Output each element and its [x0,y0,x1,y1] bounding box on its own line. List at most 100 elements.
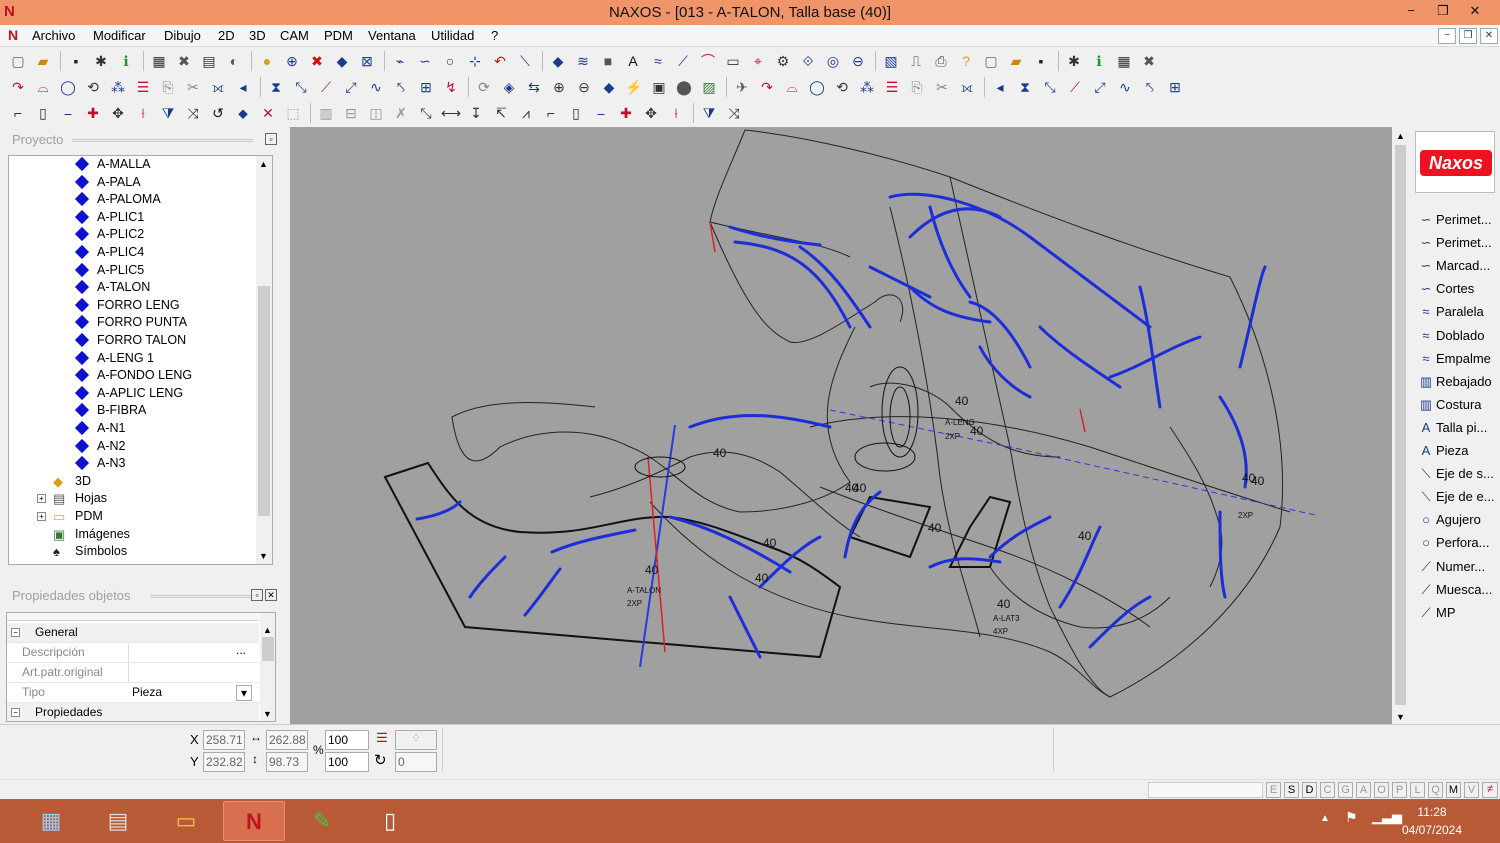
align-icon[interactable]: ⧩ [699,103,719,123]
join-icon[interactable]: ⟗ [208,77,228,97]
save-icon[interactable]: ▪ [66,51,86,71]
points-icon[interactable]: ⁂ [108,77,128,97]
measure2-icon[interactable]: ⚡ [624,77,644,97]
system-clock[interactable]: 11:28 04/07/2024 [1392,803,1472,839]
tool-marcad-button[interactable]: ∽ Marcad... [1416,255,1500,277]
scroll-up-icon[interactable]: ▲ [1396,131,1405,141]
cross2-icon[interactable]: ⟊ [133,103,153,123]
document-app-icon[interactable]: ▯ [359,801,421,841]
tool-doblado-button[interactable]: ≈ Doblado [1416,325,1500,347]
rotate-icon[interactable]: ↻ [374,751,387,769]
line2-icon[interactable]: ⟋ [1065,77,1085,97]
menu-utilidad[interactable]: Utilidad [431,28,474,43]
x-icon[interactable]: ✗ [391,103,411,123]
status-flag-g[interactable]: G [1338,782,1353,798]
copy-icon[interactable]: ⎘ [907,77,927,97]
tree-scrollbar[interactable]: ▲ ▼ [256,156,272,564]
ellipse-icon[interactable]: ◯ [58,77,78,97]
dash-icon[interactable]: ⎯ [591,103,611,123]
grid-icon[interactable]: ⊠ [357,51,377,71]
printer-icon[interactable]: ⎙ [931,51,951,71]
measure-icon[interactable]: ▧ [881,51,901,71]
ellipsis-button[interactable]: ... [236,641,246,660]
tool-tallapi-button[interactable]: A Talla pi... [1416,417,1500,439]
wave-icon[interactable]: ≋ [573,51,593,71]
tool-empalme-button[interactable]: ≈ Empalme [1416,348,1500,370]
flag-icon[interactable]: ⚑ [1345,809,1358,826]
trim2-icon[interactable]: ⤢ [341,77,361,97]
slope-icon[interactable]: ⟋ [673,51,693,71]
align-icon[interactable]: ⧩ [158,103,178,123]
copy-grid-icon[interactable]: ⊞ [416,77,436,97]
color-icon[interactable]: ● [257,51,277,71]
frame-icon[interactable]: ▣ [649,77,669,97]
spline-icon[interactable]: ∽ [415,51,435,71]
tool-perimet-button[interactable]: ∽ Perimet... [1416,232,1500,254]
status-flag-l[interactable]: L [1410,782,1425,798]
zoom-in-icon[interactable]: ⊕ [549,77,569,97]
plus-icon[interactable]: ✚ [616,103,636,123]
collapse-icon[interactable]: − [11,708,20,717]
node-icon[interactable]: ◆ [548,51,568,71]
settings-icon[interactable]: ✱ [1064,51,1084,71]
bend-icon[interactable]: ⌒ [698,51,718,71]
tool-agujero-button[interactable]: ○ Agujero [1416,509,1500,531]
tree-item-folder[interactable]: ▣ Imágenes [37,526,257,543]
scale-x-input[interactable]: 100 [325,730,369,750]
tree-item-folder[interactable]: ♠ Símbolos [37,543,257,560]
tool-paralela-button[interactable]: ≈ Paralela [1416,301,1500,323]
line2-icon[interactable]: ⟋ [316,77,336,97]
scroll-down-icon[interactable]: ▼ [1396,712,1405,722]
column-icon[interactable]: ▥ [316,103,336,123]
stamp-icon[interactable]: ⬤ [674,77,694,97]
mirror-icon[interactable]: ⟐ [798,51,818,71]
apply-scale-icon[interactable]: ☰ [372,730,392,750]
open-icon[interactable]: ▰ [1006,51,1026,71]
left-icon[interactable]: ◂ [990,77,1010,97]
scroll-up-icon[interactable]: ▲ [259,159,268,169]
scroll-thumb[interactable] [258,286,270,516]
collapse-icon[interactable]: − [11,628,20,637]
expand-icon[interactable]: + [37,512,46,521]
tree-item-folder[interactable]: ◆ 3D [37,473,257,490]
tree-item-folder[interactable]: + ▭ PDM [37,508,257,525]
copy-grid-icon[interactable]: ⊞ [1165,77,1185,97]
circle-icon[interactable]: ○ [440,51,460,71]
scroll-down-icon[interactable]: ▼ [259,551,268,561]
frame2-icon[interactable]: ⬚ [283,103,303,123]
fill-icon[interactable]: ■ [598,51,618,71]
list-icon[interactable]: ☰ [882,77,902,97]
status-config-icon[interactable]: ≠ [1482,782,1498,798]
diag-icon[interactable]: ⤡ [1040,77,1060,97]
angle-icon[interactable]: ⌐ [541,103,561,123]
rotation-input[interactable]: 0 [395,752,437,772]
zoom-out-icon[interactable]: ⊖ [848,51,868,71]
diamond2-icon[interactable]: ◆ [599,77,619,97]
tool-ejedes-button[interactable]: ⟍ Eje de s... [1416,463,1500,485]
status-flag-m[interactable]: M [1446,782,1461,798]
tool-muesca-button[interactable]: ⟋ Muesca... [1416,579,1500,601]
scroll-thumb[interactable] [262,637,274,661]
menu-3d[interactable]: 3D [249,28,266,43]
menu-ventana[interactable]: Ventana [368,28,416,43]
status-flag-e[interactable]: E [1266,782,1281,798]
corner-icon[interactable]: ⤣ [391,77,411,97]
explorer-app-icon[interactable]: ▤ [87,801,149,841]
maximize-button[interactable]: ❐ [1426,0,1460,22]
zoom-minus-icon[interactable]: ⊖ [574,77,594,97]
panel-pin-icon[interactable]: ▫ [265,133,277,145]
tool-perfora-button[interactable]: ○ Perfora... [1416,532,1500,554]
calculator-app-icon[interactable]: ▦ [20,801,82,841]
green-app-icon[interactable]: ✎ [291,801,353,841]
tree-item-folder[interactable]: + ▤ Hojas [37,490,257,507]
status-flag-c[interactable]: C [1320,782,1335,798]
info-icon[interactable]: ℹ [116,51,136,71]
undo-rotate-icon[interactable]: ↺ [208,103,228,123]
menu-dibujo[interactable]: Dibujo [164,28,201,43]
tool-ejedee-button[interactable]: ⟍ Eje de e... [1416,486,1500,508]
status-flag-a[interactable]: A [1356,782,1371,798]
canvas-vertical-scrollbar[interactable]: ▲ ▼ [1392,127,1409,724]
new-file-icon[interactable]: ▢ [8,51,28,71]
delete-icon[interactable]: ✖ [174,51,194,71]
prop-row-descripcion[interactable]: Descripción ... [7,643,259,663]
